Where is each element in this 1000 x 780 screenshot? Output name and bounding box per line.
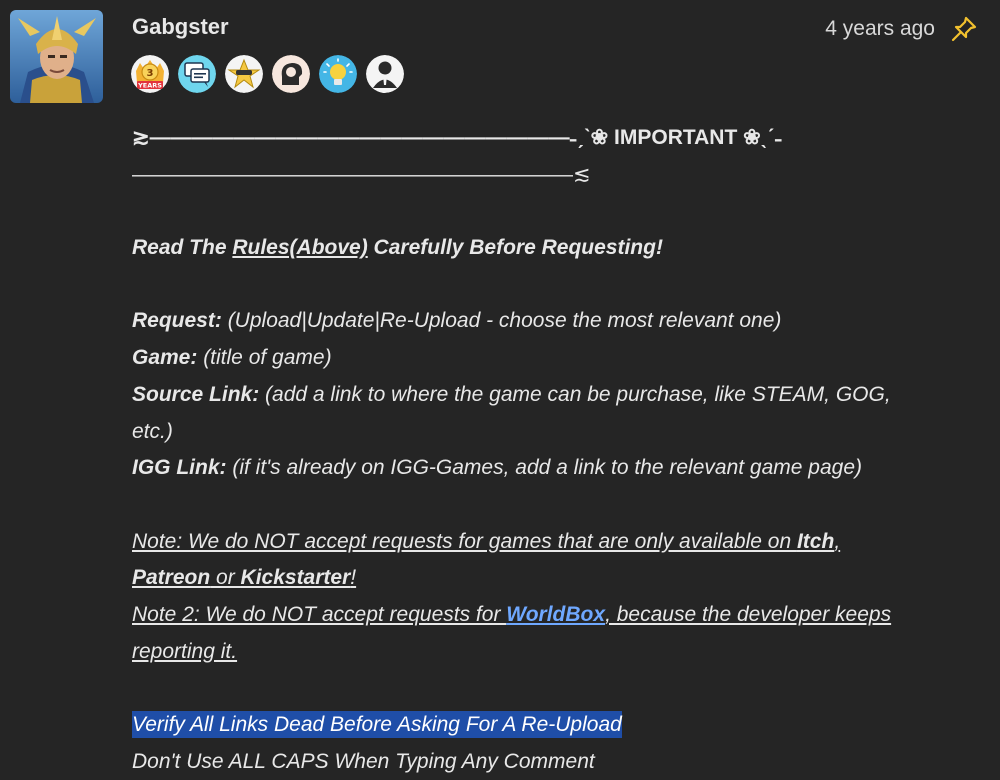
username[interactable]: Gabgster: [132, 14, 229, 40]
mind-badge-icon[interactable]: [272, 55, 310, 93]
source-line-cont: etc.): [132, 419, 173, 443]
request-line: Request: (Upload|Update|Re-Upload - choo…: [132, 309, 782, 333]
rules-link[interactable]: Rules(Above): [232, 236, 367, 259]
badge-list: 3 YEARS: [131, 55, 404, 93]
note1-line-cont: Patreon or Kickstarter!: [132, 566, 357, 590]
note2-line-cont: reporting it.: [132, 639, 238, 663]
source-line: Source Link: (add a link to where the ga…: [132, 382, 891, 406]
worldbox-link[interactable]: WorldBox: [506, 603, 605, 626]
rules-line: Read The Rules(Above) Carefully Before R…: [132, 236, 663, 260]
verify-line: Verify All Links Dead Before Asking For …: [132, 707, 952, 744]
svg-text:YEARS: YEARS: [137, 82, 162, 90]
note2-line: Note 2: We do NOT accept requests for Wo…: [132, 602, 892, 626]
person-badge-icon[interactable]: [366, 55, 404, 93]
comment-body: ≳————————————————————˗ˏˋ❀ IMPORTANT ❀ˎˊ˗…: [132, 120, 952, 780]
three-years-badge-icon[interactable]: 3 YEARS: [131, 55, 169, 93]
important-header-line: ≳————————————————————˗ˏˋ❀ IMPORTANT ❀ˎˊ˗: [132, 126, 782, 149]
important-label: IMPORTANT: [614, 126, 738, 149]
idea-badge-icon[interactable]: [319, 55, 357, 93]
igg-line: IGG Link: (if it's already on IGG-Games,…: [132, 456, 862, 480]
selected-text: Verify All Links Dead Before Asking For …: [132, 711, 622, 738]
star-badge-icon[interactable]: [225, 55, 263, 93]
patreon-text: Patreon: [132, 566, 211, 590]
note1-line: Note: We do NOT accept requests for game…: [132, 529, 841, 553]
game-line: Game: (title of game): [132, 346, 332, 370]
user-avatar[interactable]: [10, 10, 103, 103]
important-footer-line: —————————————————————≲: [132, 162, 591, 186]
chat-badge-icon[interactable]: [178, 55, 216, 93]
comment-timestamp[interactable]: 4 years ago: [825, 17, 935, 41]
svg-text:3: 3: [147, 68, 154, 79]
pin-icon[interactable]: [950, 15, 978, 43]
kickstarter-text: Kickstarter: [240, 566, 351, 590]
avatar-image: [10, 10, 103, 103]
itch-text: Itch: [796, 529, 835, 553]
